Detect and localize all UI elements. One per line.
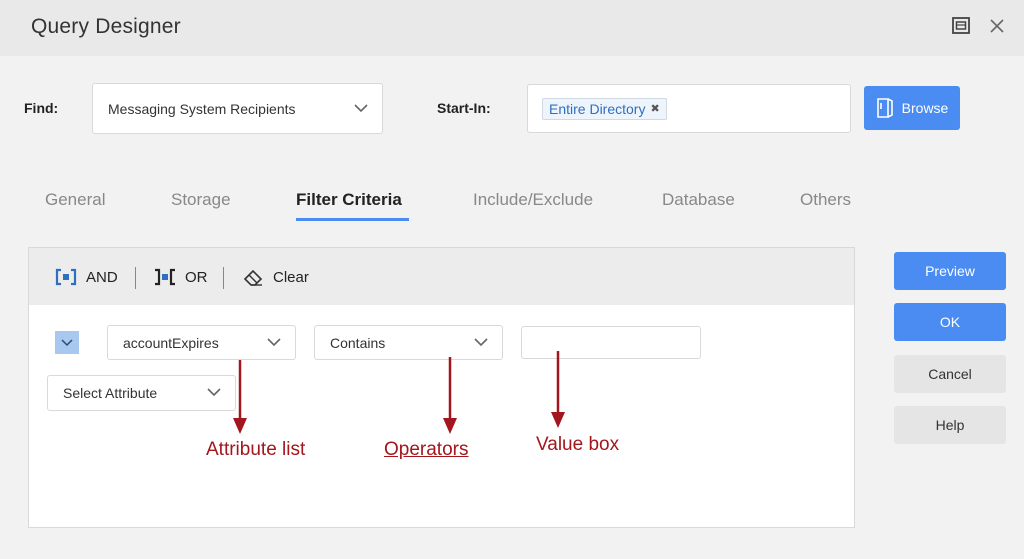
annotation-arrows bbox=[233, 351, 565, 434]
attribute-list-arrowhead bbox=[233, 418, 247, 434]
operators-arrowhead bbox=[443, 418, 457, 434]
help-button[interactable]: Help bbox=[894, 406, 1006, 444]
value-box-arrowhead bbox=[551, 412, 565, 428]
value-box-annotation: Value box bbox=[536, 434, 620, 455]
attribute-list-annotation: Attribute list bbox=[206, 439, 306, 460]
cancel-button[interactable]: Cancel bbox=[894, 355, 1006, 393]
operators-annotation: Operators bbox=[384, 439, 469, 460]
preview-button[interactable]: Preview bbox=[894, 252, 1006, 290]
ok-button[interactable]: OK bbox=[894, 303, 1006, 341]
